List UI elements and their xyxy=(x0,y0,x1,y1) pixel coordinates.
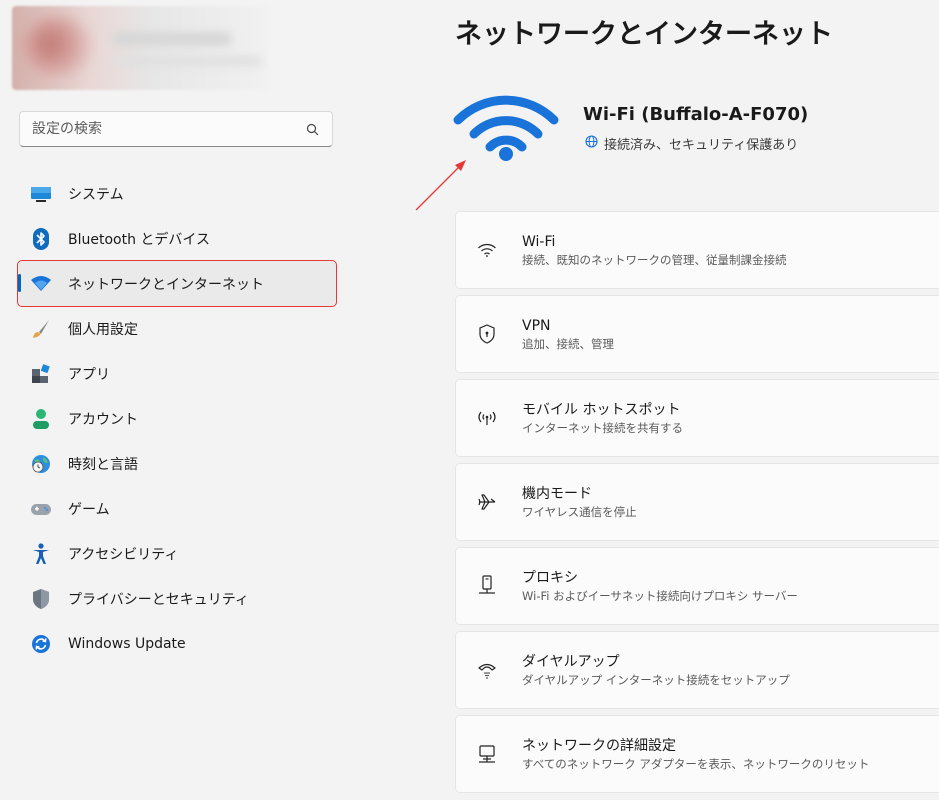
connected-network-name: Wi-Fi (Buffalo-A-F070) xyxy=(583,104,809,125)
card-dialup[interactable]: ダイヤルアップ ダイヤルアップ インターネット接続をセットアップ xyxy=(455,631,939,709)
card-title: モバイル ホットスポット xyxy=(522,401,681,418)
user-profile[interactable] xyxy=(12,6,268,90)
network-wifi-icon xyxy=(30,273,52,295)
search-icon[interactable] xyxy=(304,121,320,137)
proxy-icon xyxy=(476,575,498,597)
sidebar-item-label: Windows Update xyxy=(68,635,186,652)
sidebar-item-label: 時刻と言語 xyxy=(68,456,138,473)
card-subtitle: すべてのネットワーク アダプターを表示、ネットワークのリセット xyxy=(522,756,870,771)
sidebar-item-apps[interactable]: アプリ xyxy=(18,351,336,396)
sidebar-item-system[interactable]: システム xyxy=(18,171,336,216)
vpn-shield-icon xyxy=(476,323,498,345)
sidebar-item-label: Bluetooth とデバイス xyxy=(68,231,210,248)
account-icon xyxy=(30,408,52,430)
card-subtitle: インターネット接続を共有する xyxy=(522,420,683,435)
sidebar-item-label: アカウント xyxy=(68,411,138,428)
sidebar-item-label: プライバシーとセキュリティ xyxy=(68,591,249,608)
system-display-icon xyxy=(30,183,52,205)
sidebar-item-time-language[interactable]: 時刻と言語 xyxy=(18,441,336,486)
card-title: Wi-Fi xyxy=(522,233,556,250)
search-box[interactable] xyxy=(19,111,333,147)
privacy-shield-icon xyxy=(30,588,52,610)
card-mobile-hotspot[interactable]: モバイル ホットスポット インターネット接続を共有する xyxy=(455,379,939,457)
sidebar-item-privacy[interactable]: プライバシーとセキュリティ xyxy=(18,576,336,621)
sidebar-item-label: 個人用設定 xyxy=(68,321,138,338)
hotspot-icon xyxy=(476,407,498,429)
sidebar-item-accounts[interactable]: アカウント xyxy=(18,396,336,441)
card-subtitle: ワイヤレス通信を停止 xyxy=(522,504,637,519)
user-name-blurred xyxy=(112,32,232,46)
sidebar-item-label: システム xyxy=(68,186,124,203)
sidebar-item-windows-update[interactable]: Windows Update xyxy=(18,621,336,666)
network-pc-icon xyxy=(476,743,498,765)
sidebar-item-personalization[interactable]: 個人用設定 xyxy=(18,306,336,351)
sidebar-item-label: アプリ xyxy=(68,366,110,383)
card-title: プロキシ xyxy=(522,569,578,586)
card-title: VPN xyxy=(522,317,551,334)
globe-icon xyxy=(585,135,598,152)
search-input[interactable] xyxy=(32,121,304,137)
settings-cards: Wi-Fi 接続、既知のネットワークの管理、従量制課金接続 VPN 追加、接続、… xyxy=(455,211,939,799)
card-subtitle: Wi-Fi およびイーサネット接続向けプロキシ サーバー xyxy=(522,588,798,603)
card-subtitle: ダイヤルアップ インターネット接続をセットアップ xyxy=(522,672,790,687)
user-email-blurred xyxy=(112,56,262,66)
gamepad-icon xyxy=(30,498,52,520)
card-title: ネットワークの詳細設定 xyxy=(522,737,676,754)
card-vpn[interactable]: VPN 追加、接続、管理 xyxy=(455,295,939,373)
avatar xyxy=(22,16,92,78)
sidebar-item-bluetooth[interactable]: Bluetooth とデバイス xyxy=(18,216,336,261)
sidebar-item-label: アクセシビリティ xyxy=(68,546,179,563)
wifi-icon xyxy=(476,239,498,261)
bluetooth-icon xyxy=(30,227,52,250)
card-subtitle: 接続、既知のネットワークの管理、従量制課金接続 xyxy=(522,252,787,267)
page-title: ネットワークとインターネット xyxy=(455,19,833,50)
apps-icon xyxy=(30,363,52,385)
card-subtitle: 追加、接続、管理 xyxy=(522,336,614,351)
sidebar-item-gaming[interactable]: ゲーム xyxy=(18,486,336,531)
time-language-icon xyxy=(30,453,52,475)
sidebar-item-label: ネットワークとインターネット xyxy=(68,276,264,293)
card-airplane-mode[interactable]: 機内モード ワイヤレス通信を停止 xyxy=(455,463,939,541)
card-advanced-network[interactable]: ネットワークの詳細設定 すべてのネットワーク アダプターを表示、ネットワークのリ… xyxy=(455,715,939,793)
accessibility-icon xyxy=(30,542,52,565)
sidebar-item-label: ゲーム xyxy=(68,501,110,518)
dialup-phone-icon xyxy=(476,659,498,681)
card-title: 機内モード xyxy=(522,485,592,502)
card-wifi[interactable]: Wi-Fi 接続、既知のネットワークの管理、従量制課金接続 xyxy=(455,211,939,289)
annotation-arrow xyxy=(415,160,466,211)
sidebar-item-network[interactable]: ネットワークとインターネット xyxy=(17,260,337,307)
card-proxy[interactable]: プロキシ Wi-Fi およびイーサネット接続向けプロキシ サーバー xyxy=(455,547,939,625)
sidebar-item-accessibility[interactable]: アクセシビリティ xyxy=(18,531,336,576)
connection-status-text: 接続済み、セキュリティ保護あり xyxy=(604,138,799,153)
paintbrush-icon xyxy=(30,318,52,340)
sidebar-nav: システム Bluetooth とデバイス ネットワークとインターネット 個人用設… xyxy=(17,171,337,666)
airplane-icon xyxy=(476,491,498,513)
connection-status: 接続済み、セキュリティ保護あり xyxy=(585,134,798,153)
sidebar: システム Bluetooth とデバイス ネットワークとインターネット 個人用設… xyxy=(0,0,350,800)
windows-update-icon xyxy=(30,633,52,655)
card-title: ダイヤルアップ xyxy=(522,653,620,670)
